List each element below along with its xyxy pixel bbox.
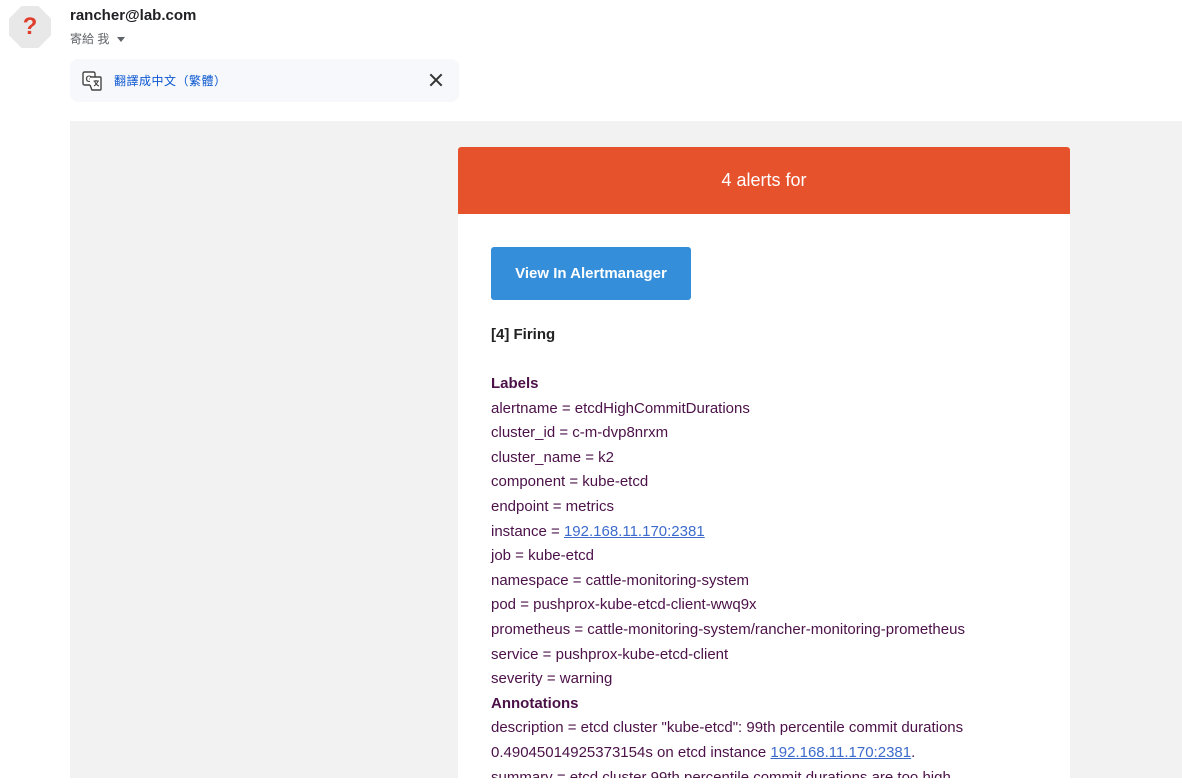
annotation-description-line2: 0.49045014925373154s on etcd instance 19…: [491, 741, 1070, 766]
label-severity: severity = warning: [491, 670, 613, 688]
translate-bar: G 翻譯成中文（繁體）: [70, 59, 459, 102]
label-pod: pod = pushprox-kube-etcd-client-wwq9x: [491, 596, 757, 614]
description-instance-link[interactable]: 192.168.11.170:2381: [770, 744, 911, 761]
close-icon[interactable]: [427, 71, 445, 89]
annotation-description-suffix: .: [911, 743, 916, 761]
annotations-title: Annotations: [491, 694, 579, 712]
avatar-glyph: ?: [22, 13, 38, 40]
firing-count: [4] Firing: [491, 326, 556, 343]
label-service: service = pushprox-kube-etcd-client: [491, 645, 729, 663]
sender-email[interactable]: rancher@lab.com: [70, 7, 196, 24]
email-body: 4 alerts for View In Alertmanager [4] Fi…: [70, 121, 1182, 778]
translate-icon: G: [82, 70, 102, 91]
annotation-description-line1: description = etcd cluster "kube-etcd": …: [491, 719, 964, 737]
label-prometheus: prometheus = cattle-monitoring-system/ra…: [491, 620, 965, 638]
labels-section: Labels alertname = etcdHighCommitDuratio…: [491, 372, 1070, 778]
translate-link[interactable]: 翻譯成中文（繁體）: [114, 72, 227, 89]
label-component: component = kube-etcd: [491, 473, 649, 491]
label-instance: instance = 192.168.11.170:2381: [491, 520, 1070, 545]
annotation-summary: summary = etcd cluster 99th percentile c…: [491, 768, 955, 779]
label-endpoint: endpoint = metrics: [491, 497, 614, 515]
label-job: job = kube-etcd: [491, 547, 594, 565]
caret-down-icon: [117, 37, 126, 42]
recipient-label: 寄給 我: [70, 32, 110, 46]
label-instance-prefix: instance =: [491, 522, 564, 540]
label-cluster-id: cluster_id = c-m-dvp8nrxm: [491, 424, 669, 442]
sender-avatar[interactable]: ?: [9, 6, 51, 48]
label-cluster-name: cluster_name = k2: [491, 448, 614, 466]
label-namespace: namespace = cattle-monitoring-system: [491, 571, 750, 589]
instance-link[interactable]: 192.168.11.170:2381: [564, 523, 705, 540]
annotation-description-prefix: 0.49045014925373154s on etcd instance: [491, 743, 771, 761]
label-alertname: alertname = etcdHighCommitDurations: [491, 399, 750, 417]
alert-card: 4 alerts for View In Alertmanager [4] Fi…: [458, 147, 1070, 778]
labels-title: Labels: [491, 375, 539, 392]
view-alertmanager-button[interactable]: View In Alertmanager: [491, 247, 691, 300]
recipient-details[interactable]: 寄給 我: [70, 30, 126, 47]
alert-content: View In Alertmanager [4] Firing Labels a…: [458, 214, 1070, 778]
alert-header: 4 alerts for: [458, 147, 1070, 214]
